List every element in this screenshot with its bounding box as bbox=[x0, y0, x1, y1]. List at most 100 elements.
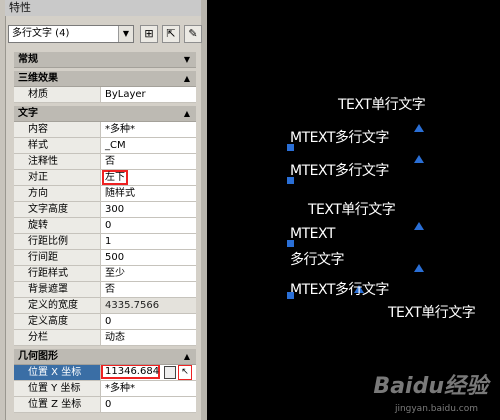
prop-value[interactable]: 500 bbox=[101, 250, 196, 265]
select-objects-button[interactable]: ⇱ bbox=[162, 25, 180, 43]
drawing-canvas[interactable]: TEXT单行文字 MTEXT多行文字 MTEXT多行文字 TEXT单行文字 MT… bbox=[212, 0, 500, 420]
prop-key: 方向 bbox=[14, 186, 101, 201]
quick-select-icon: ✎ bbox=[188, 27, 198, 40]
quick-select-button[interactable]: ✎ bbox=[184, 25, 202, 43]
mtext-object[interactable]: 多行文字 bbox=[290, 249, 345, 269]
prop-key: 定义的宽度 bbox=[14, 298, 101, 313]
prop-value[interactable]: 300 bbox=[101, 202, 196, 217]
prop-value[interactable]: *多种* bbox=[101, 122, 196, 137]
prop-value-wrap[interactable]: 左下 bbox=[101, 170, 196, 185]
prop-key: 对正 bbox=[14, 170, 101, 185]
section-geometry-label: 几何图形 bbox=[18, 351, 58, 362]
prop-row-annotative[interactable]: 注释性否 bbox=[14, 154, 196, 170]
prop-value[interactable]: ByLayer bbox=[101, 87, 196, 102]
section-3d[interactable]: 三维效果 ▲ bbox=[14, 71, 196, 87]
prop-row-style[interactable]: 样式 _CM bbox=[14, 138, 196, 154]
properties-grid: 常规 ▼ 三维效果 ▲ 材质 ByLayer 文字 ▲ 内容 *多种* 样式 _CM 注释性… bbox=[14, 49, 196, 413]
grip-square[interactable] bbox=[287, 144, 294, 151]
justify-value-highlight[interactable]: 左下 bbox=[102, 170, 128, 185]
selection-dropdown[interactable]: 多行文字 (4) ▼ bbox=[8, 25, 134, 43]
prop-key: 位置 Y 坐标 bbox=[14, 381, 101, 396]
mtext-object[interactable]: MTEXT多行文字 bbox=[290, 279, 389, 299]
grip-square[interactable] bbox=[287, 240, 294, 247]
palette-toolbar: 多行文字 (4) ▼ ⊞ ⇱ ✎ bbox=[8, 25, 204, 45]
calculator-icon[interactable] bbox=[164, 366, 176, 379]
collapse-icon[interactable]: ▲ bbox=[184, 106, 190, 122]
prop-value[interactable]: 0 bbox=[101, 218, 196, 233]
prop-row-defined-width[interactable]: 定义的宽度 4335.7566 bbox=[14, 298, 196, 314]
collapse-icon[interactable]: ▲ bbox=[184, 349, 190, 365]
section-general-label: 常规 bbox=[18, 54, 38, 65]
palette-grip-strip[interactable] bbox=[0, 0, 6, 420]
grip-triangle[interactable] bbox=[414, 264, 424, 272]
prop-key: 材质 bbox=[14, 87, 101, 102]
text-object[interactable]: TEXT单行文字 bbox=[338, 94, 426, 114]
prop-value[interactable]: 动态 bbox=[101, 330, 196, 345]
watermark-logo: Baidu经验 bbox=[373, 374, 488, 399]
prop-row-line-spacing-factor[interactable]: 行距比例 1 bbox=[14, 234, 196, 250]
position-x-input[interactable]: 11346.684 bbox=[101, 365, 160, 379]
prop-value[interactable]: 0 bbox=[101, 314, 196, 329]
mtext-object[interactable]: MTEXT多行文字 bbox=[290, 160, 389, 180]
prop-row-position-z[interactable]: 位置 Z 坐标 0 bbox=[14, 397, 196, 413]
prop-key: 样式 bbox=[14, 138, 101, 153]
prop-row-text-height[interactable]: 文字高度 300 bbox=[14, 202, 196, 218]
text-object[interactable]: TEXT单行文字 bbox=[388, 302, 476, 322]
prop-key: 位置 X 坐标 bbox=[14, 365, 101, 380]
grip-triangle[interactable] bbox=[414, 222, 424, 230]
prop-row-contents[interactable]: 内容 *多种* bbox=[14, 122, 196, 138]
section-3d-label: 三维效果 bbox=[18, 73, 58, 84]
prop-key: 行距样式 bbox=[14, 266, 101, 281]
prop-key: 行距比例 bbox=[14, 234, 101, 249]
prop-row-material[interactable]: 材质 ByLayer bbox=[14, 87, 196, 103]
prop-value[interactable]: _CM bbox=[101, 138, 196, 153]
toggle-pickadd-button[interactable]: ⊞ bbox=[140, 25, 158, 43]
prop-key: 分栏 bbox=[14, 330, 101, 345]
prop-row-rotation[interactable]: 旋转 0 bbox=[14, 218, 196, 234]
prop-key: 内容 bbox=[14, 122, 101, 137]
prop-key: 旋转 bbox=[14, 218, 101, 233]
mtext-object[interactable]: MTEXT bbox=[290, 226, 335, 242]
prop-value[interactable]: 否 bbox=[101, 282, 196, 297]
section-geometry[interactable]: 几何图形 ▲ bbox=[14, 349, 196, 365]
prop-value[interactable]: 4335.7566 bbox=[101, 298, 196, 313]
prop-row-direction[interactable]: 方向 随样式 bbox=[14, 186, 196, 202]
prop-key: 背景遮罩 bbox=[14, 282, 101, 297]
section-general[interactable]: 常规 ▼ bbox=[14, 52, 196, 68]
mtext-object[interactable]: MTEXT多行文字 bbox=[290, 127, 389, 147]
prop-row-defined-height[interactable]: 定义高度 0 bbox=[14, 314, 196, 330]
prop-row-columns[interactable]: 分栏 动态 bbox=[14, 330, 196, 346]
pick-point-icon[interactable]: ↖ bbox=[178, 365, 192, 380]
prop-row-line-spacing-style[interactable]: 行距样式 至少 bbox=[14, 266, 196, 282]
select-objects-icon: ⇱ bbox=[166, 27, 176, 40]
prop-row-line-spacing-distance[interactable]: 行间距 500 bbox=[14, 250, 196, 266]
prop-key: 行间距 bbox=[14, 250, 101, 265]
grip-square[interactable] bbox=[287, 292, 294, 299]
prop-row-position-x[interactable]: 位置 X 坐标 11346.684 ↖ bbox=[14, 365, 196, 381]
section-text[interactable]: 文字 ▲ bbox=[14, 106, 196, 122]
prop-row-position-y[interactable]: 位置 Y 坐标 *多种* bbox=[14, 381, 196, 397]
grip-triangle[interactable] bbox=[414, 155, 424, 163]
grip-square[interactable] bbox=[287, 177, 294, 184]
chevron-down-icon[interactable]: ▼ bbox=[118, 26, 133, 42]
expand-icon[interactable]: ▼ bbox=[184, 52, 190, 68]
prop-value[interactable]: 0 bbox=[101, 397, 196, 412]
prop-value[interactable]: 至少 bbox=[101, 266, 196, 281]
section-text-label: 文字 bbox=[18, 108, 38, 119]
prop-key: 定义高度 bbox=[14, 314, 101, 329]
properties-palette: 特性 多行文字 (4) ▼ ⊞ ⇱ ✎ 常规 ▼ 三维效果 ▲ 材质 ByLayer … bbox=[0, 0, 207, 420]
palette-title: 特性 bbox=[5, 0, 201, 16]
collapse-icon[interactable]: ▲ bbox=[184, 71, 190, 87]
text-object[interactable]: TEXT单行文字 bbox=[308, 199, 396, 219]
pickadd-icon: ⊞ bbox=[144, 27, 154, 40]
prop-value[interactable]: *多种* bbox=[101, 381, 196, 396]
prop-key: 位置 Z 坐标 bbox=[14, 397, 101, 412]
prop-value[interactable]: 1 bbox=[101, 234, 196, 249]
palette-scrollbar[interactable] bbox=[201, 0, 207, 420]
prop-row-justify[interactable]: 对正 左下 bbox=[14, 170, 196, 186]
prop-value-wrap[interactable]: 11346.684 ↖ bbox=[101, 365, 196, 380]
grip-triangle[interactable] bbox=[414, 124, 424, 132]
prop-value[interactable]: 否 bbox=[101, 154, 196, 169]
prop-row-background-mask[interactable]: 背景遮罩否 bbox=[14, 282, 196, 298]
prop-value[interactable]: 随样式 bbox=[101, 186, 196, 201]
